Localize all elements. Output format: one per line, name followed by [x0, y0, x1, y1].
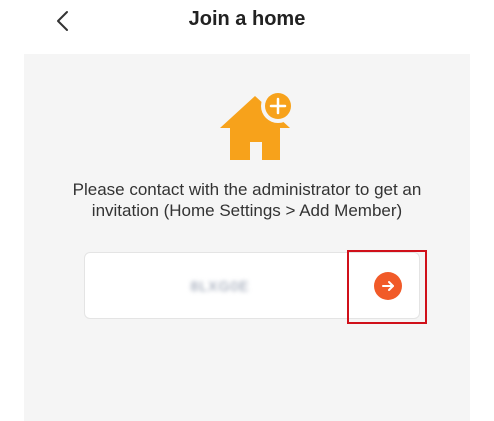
invitation-code-input[interactable] — [100, 268, 340, 304]
arrow-right-icon — [382, 281, 394, 291]
submit-code-button[interactable] — [374, 272, 402, 300]
header-bar: Join a home — [0, 0, 494, 44]
instruction-line-2: invitation (Home Settings > Add Member) — [91, 201, 403, 220]
page-title: Join a home — [188, 8, 306, 30]
instruction-text: Please contact with the administrator to… — [24, 179, 470, 221]
home-add-icon — [220, 88, 298, 164]
instruction-line-1: Please contact with the administrator to… — [72, 180, 422, 199]
